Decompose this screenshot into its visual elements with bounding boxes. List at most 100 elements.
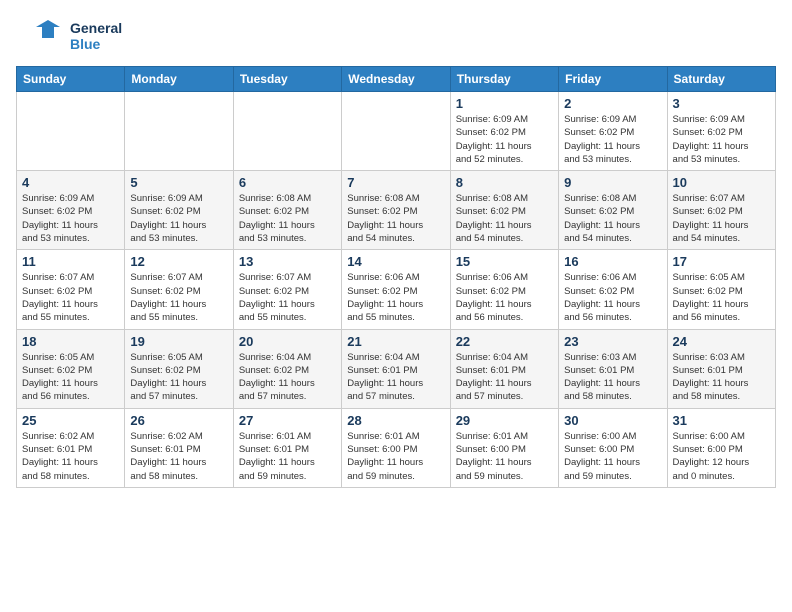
- logo-line2: Blue: [70, 36, 122, 52]
- day-info: Sunrise: 6:04 AM Sunset: 6:01 PM Dayligh…: [456, 351, 553, 404]
- calendar-cell: 22 Sunrise: 6:04 AM Sunset: 6:01 PM Dayli…: [450, 329, 558, 408]
- day-info: Sunrise: 6:05 AM Sunset: 6:02 PM Dayligh…: [130, 351, 227, 404]
- day-info: Sunrise: 6:02 AM Sunset: 6:01 PM Dayligh…: [22, 430, 119, 483]
- day-info: Sunrise: 6:04 AM Sunset: 6:01 PM Dayligh…: [347, 351, 444, 404]
- calendar-cell: 9Sunrise: 6:08 AM Sunset: 6:02 PM Daylig…: [559, 171, 667, 250]
- day-number: 2: [564, 96, 661, 111]
- column-header-sunday: Sunday: [17, 67, 125, 92]
- day-number: 28: [347, 413, 444, 428]
- day-number: 23: [564, 334, 661, 349]
- calendar-cell: 26Sunrise: 6:02 AM Sunset: 6:01 PM Dayli…: [125, 408, 233, 487]
- calendar-cell: [125, 92, 233, 171]
- calendar-week-row: 18Sunrise: 6:05 AM Sunset: 6:02 PM Dayli…: [17, 329, 776, 408]
- calendar-cell: 27Sunrise: 6:01 AM Sunset: 6:01 PM Dayli…: [233, 408, 341, 487]
- calendar-cell: 4 Sunrise: 6:09 AM Sunset: 6:02 PM Daylig…: [17, 171, 125, 250]
- calendar-cell: 8 Sunrise: 6:08 AM Sunset: 6:02 PM Daylig…: [450, 171, 558, 250]
- day-number: 26: [130, 413, 227, 428]
- day-number: 22: [456, 334, 553, 349]
- calendar-cell: 16 Sunrise: 6:06 AM Sunset: 6:02 PM Dayli…: [559, 250, 667, 329]
- day-info: Sunrise: 6:04 AM Sunset: 6:02 PM Dayligh…: [239, 351, 336, 404]
- day-number: 20: [239, 334, 336, 349]
- day-number: 30: [564, 413, 661, 428]
- calendar-cell: 18Sunrise: 6:05 AM Sunset: 6:02 PM Dayli…: [17, 329, 125, 408]
- calendar-cell: [17, 92, 125, 171]
- day-info: Sunrise: 6:08 AM Sunset: 6:02 PM Dayligh…: [456, 192, 553, 245]
- column-header-tuesday: Tuesday: [233, 67, 341, 92]
- day-info: Sunrise: 6:06 AM Sunset: 6:02 PM Dayligh…: [347, 271, 444, 324]
- calendar-table: SundayMondayTuesdayWednesdayThursdayFrid…: [16, 66, 776, 488]
- calendar-week-row: 4 Sunrise: 6:09 AM Sunset: 6:02 PM Daylig…: [17, 171, 776, 250]
- day-info: Sunrise: 6:09 AM Sunset: 6:02 PM Dayligh…: [564, 113, 661, 166]
- calendar-cell: 11 Sunrise: 6:07 AM Sunset: 6:02 PM Dayli…: [17, 250, 125, 329]
- day-info: Sunrise: 6:00 AM Sunset: 6:00 PM Dayligh…: [673, 430, 770, 483]
- column-header-friday: Friday: [559, 67, 667, 92]
- day-info: Sunrise: 6:03 AM Sunset: 6:01 PM Dayligh…: [564, 351, 661, 404]
- day-info: Sunrise: 6:08 AM Sunset: 6:02 PM Dayligh…: [239, 192, 336, 245]
- logo: General Blue: [16, 16, 122, 56]
- day-info: Sunrise: 6:05 AM Sunset: 6:02 PM Dayligh…: [673, 271, 770, 324]
- day-number: 13: [239, 254, 336, 269]
- day-number: 8: [456, 175, 553, 190]
- day-number: 12: [130, 254, 227, 269]
- calendar-cell: 21 Sunrise: 6:04 AM Sunset: 6:01 PM Dayli…: [342, 329, 450, 408]
- page-header: General Blue: [16, 16, 776, 56]
- calendar-cell: 31 Sunrise: 6:00 AM Sunset: 6:00 PM Dayli…: [667, 408, 775, 487]
- calendar-cell: 14Sunrise: 6:06 AM Sunset: 6:02 PM Dayli…: [342, 250, 450, 329]
- day-info: Sunrise: 6:07 AM Sunset: 6:02 PM Dayligh…: [130, 271, 227, 324]
- calendar-cell: 6 Sunrise: 6:08 AM Sunset: 6:02 PM Daylig…: [233, 171, 341, 250]
- day-number: 31: [673, 413, 770, 428]
- calendar-cell: 23 Sunrise: 6:03 AM Sunset: 6:01 PM Dayli…: [559, 329, 667, 408]
- day-number: 3: [673, 96, 770, 111]
- calendar-cell: 1 Sunrise: 6:09 AM Sunset: 6:02 PM Daylig…: [450, 92, 558, 171]
- calendar-week-row: 1 Sunrise: 6:09 AM Sunset: 6:02 PM Daylig…: [17, 92, 776, 171]
- calendar-cell: 17Sunrise: 6:05 AM Sunset: 6:02 PM Dayli…: [667, 250, 775, 329]
- calendar-cell: 30 Sunrise: 6:00 AM Sunset: 6:00 PM Dayli…: [559, 408, 667, 487]
- day-number: 24: [673, 334, 770, 349]
- calendar-cell: 5 Sunrise: 6:09 AM Sunset: 6:02 PM Daylig…: [125, 171, 233, 250]
- day-number: 7: [347, 175, 444, 190]
- day-info: Sunrise: 6:09 AM Sunset: 6:02 PM Dayligh…: [22, 192, 119, 245]
- day-info: Sunrise: 6:07 AM Sunset: 6:02 PM Dayligh…: [673, 192, 770, 245]
- day-number: 25: [22, 413, 119, 428]
- logo-line1: General: [70, 20, 122, 36]
- day-info: Sunrise: 6:08 AM Sunset: 6:02 PM Dayligh…: [347, 192, 444, 245]
- calendar-cell: 15Sunrise: 6:06 AM Sunset: 6:02 PM Dayli…: [450, 250, 558, 329]
- calendar-cell: 7 Sunrise: 6:08 AM Sunset: 6:02 PM Daylig…: [342, 171, 450, 250]
- day-info: Sunrise: 6:01 AM Sunset: 6:00 PM Dayligh…: [347, 430, 444, 483]
- day-info: Sunrise: 6:09 AM Sunset: 6:02 PM Dayligh…: [456, 113, 553, 166]
- day-number: 11: [22, 254, 119, 269]
- day-number: 4: [22, 175, 119, 190]
- day-info: Sunrise: 6:00 AM Sunset: 6:00 PM Dayligh…: [564, 430, 661, 483]
- calendar-cell: 24Sunrise: 6:03 AM Sunset: 6:01 PM Dayli…: [667, 329, 775, 408]
- calendar-cell: 25 Sunrise: 6:02 AM Sunset: 6:01 PM Dayli…: [17, 408, 125, 487]
- day-number: 16: [564, 254, 661, 269]
- calendar-cell: 12 Sunrise: 6:07 AM Sunset: 6:02 PM Dayli…: [125, 250, 233, 329]
- calendar-cell: 19 Sunrise: 6:05 AM Sunset: 6:02 PM Dayli…: [125, 329, 233, 408]
- calendar-cell: 2 Sunrise: 6:09 AM Sunset: 6:02 PM Daylig…: [559, 92, 667, 171]
- calendar-cell: [342, 92, 450, 171]
- calendar-week-row: 11 Sunrise: 6:07 AM Sunset: 6:02 PM Dayli…: [17, 250, 776, 329]
- day-info: Sunrise: 6:06 AM Sunset: 6:02 PM Dayligh…: [564, 271, 661, 324]
- day-info: Sunrise: 6:01 AM Sunset: 6:01 PM Dayligh…: [239, 430, 336, 483]
- calendar-cell: [233, 92, 341, 171]
- calendar-cell: 28 Sunrise: 6:01 AM Sunset: 6:00 PM Dayli…: [342, 408, 450, 487]
- day-info: Sunrise: 6:09 AM Sunset: 6:02 PM Dayligh…: [673, 113, 770, 166]
- day-info: Sunrise: 6:01 AM Sunset: 6:00 PM Dayligh…: [456, 430, 553, 483]
- column-header-wednesday: Wednesday: [342, 67, 450, 92]
- day-number: 10: [673, 175, 770, 190]
- day-number: 19: [130, 334, 227, 349]
- column-header-saturday: Saturday: [667, 67, 775, 92]
- day-number: 6: [239, 175, 336, 190]
- calendar-cell: 10 Sunrise: 6:07 AM Sunset: 6:02 PM Dayli…: [667, 171, 775, 250]
- day-info: Sunrise: 6:07 AM Sunset: 6:02 PM Dayligh…: [22, 271, 119, 324]
- day-number: 15: [456, 254, 553, 269]
- day-number: 21: [347, 334, 444, 349]
- calendar-week-row: 25 Sunrise: 6:02 AM Sunset: 6:01 PM Dayli…: [17, 408, 776, 487]
- day-info: Sunrise: 6:09 AM Sunset: 6:02 PM Dayligh…: [130, 192, 227, 245]
- column-header-thursday: Thursday: [450, 67, 558, 92]
- calendar-cell: 29 Sunrise: 6:01 AM Sunset: 6:00 PM Dayli…: [450, 408, 558, 487]
- day-number: 1: [456, 96, 553, 111]
- calendar-cell: 3 Sunrise: 6:09 AM Sunset: 6:02 PM Daylig…: [667, 92, 775, 171]
- day-number: 29: [456, 413, 553, 428]
- day-number: 5: [130, 175, 227, 190]
